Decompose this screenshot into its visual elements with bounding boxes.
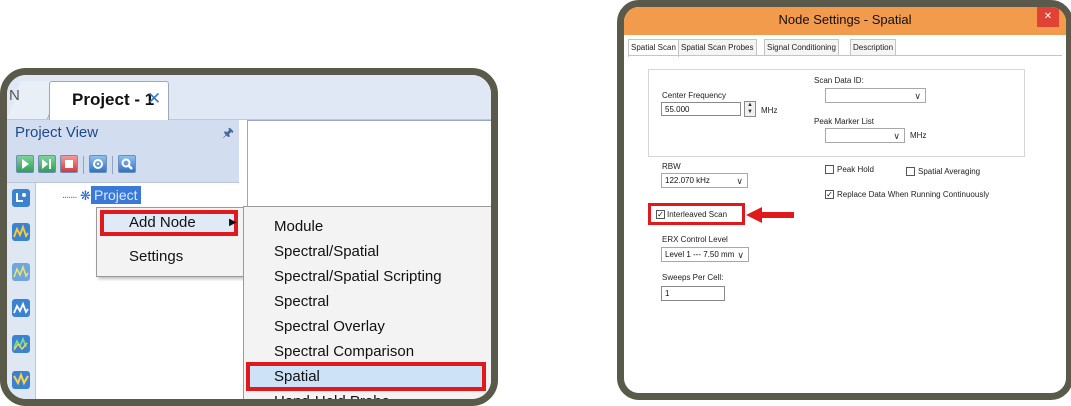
gear-icon[interactable] [89, 155, 107, 173]
center-frequency-stepper[interactable]: ▲ ▼ [744, 101, 756, 117]
tab-divider [628, 55, 1062, 56]
erx-control-level-select[interactable]: Level 1 --- 7.50 mm ∨ [661, 247, 749, 262]
menu-item-settings-label: Settings [129, 248, 184, 265]
interleaved-scan-label: Interleaved Scan [667, 210, 728, 219]
center-frequency-label: Center Frequency [662, 91, 727, 100]
rbw-label: RBW [662, 162, 681, 171]
module-icon[interactable] [12, 189, 30, 207]
close-icon[interactable]: ✕ [147, 89, 161, 109]
peak-marker-unit: MHz [910, 131, 927, 140]
menu-item-settings[interactable]: Settings [97, 242, 243, 272]
context-menu: Add Node ▶ Settings [96, 207, 244, 277]
submenu-item-label: Spectral Comparison [274, 343, 415, 360]
submenu-item-spectral-comparison[interactable]: Spectral Comparison [244, 339, 491, 365]
toolbar-separator [112, 156, 113, 174]
project-view-title: Project View [15, 124, 99, 141]
submenu-item-spectral-overlay[interactable]: Spectral Overlay [244, 314, 491, 340]
node-type-sidebar [7, 183, 36, 399]
dialog-title: Node Settings - Spatial [778, 12, 912, 27]
project-node-icon: ❋ [80, 188, 91, 203]
peak-marker-list-label: Peak Marker List [814, 117, 875, 126]
replace-data-label: Replace Data When Running Continuously [837, 190, 990, 199]
run-continuous-icon[interactable] [38, 155, 56, 173]
center-frequency-unit: MHz [761, 106, 778, 115]
chevron-down-icon: ∨ [893, 131, 900, 141]
toolbar-separator [83, 156, 84, 174]
spectral-icon[interactable] [12, 299, 30, 317]
chevron-down-icon: ∨ [737, 250, 744, 260]
interleaved-scan-checkbox[interactable]: ✓ [656, 210, 665, 219]
project-view-header: Project View 🖈 [7, 120, 239, 146]
submenu-item-label: Spectral/Spatial [274, 243, 380, 260]
peak-hold-label: Peak Hold [837, 165, 874, 174]
erx-control-level-value: Level 1 --- 7.50 mm [665, 250, 735, 259]
chevron-down-icon: ∨ [736, 176, 743, 186]
submenu-item-label: Spatial [274, 368, 320, 385]
pin-icon[interactable]: 🖈 [222, 124, 234, 146]
tab-signal-conditioning[interactable]: Signal Conditioning [764, 39, 839, 56]
submenu-item-label: Spectral Overlay [274, 318, 385, 335]
wrench-icon[interactable] [118, 155, 136, 173]
run-icon[interactable] [16, 155, 34, 173]
tab-spatial-scan-probes[interactable]: Spatial Scan Probes [678, 39, 757, 56]
sweeps-per-cell-label: Sweeps Per Cell: [662, 273, 724, 282]
tab-previous-label: N [9, 87, 20, 104]
sweeps-per-cell-input[interactable]: 1 [661, 286, 725, 301]
submenu-item-label: Hand-Held Probe [274, 393, 390, 406]
spectral-spatial-icon[interactable] [12, 223, 30, 241]
submenu-arrow-icon: ▶ [229, 217, 237, 228]
tab-project-1-label: Project - 1 [72, 90, 155, 109]
peak-hold-checkbox[interactable] [825, 165, 834, 174]
close-icon[interactable]: ✕ [1037, 7, 1059, 27]
spatial-averaging-checkbox[interactable] [906, 167, 915, 176]
menu-item-add-node-label: Add Node [129, 214, 196, 231]
project-window-screenshot: N Project - 1 ✕ Project View 🖈 ....... ❋… [0, 68, 498, 406]
node-settings-screenshot: Node Settings - Spatial ✕ Spatial Scan S… [617, 0, 1071, 400]
tab-project-1[interactable]: Project - 1 ✕ [49, 81, 169, 120]
document-tab-strip: N Project - 1 ✕ [7, 75, 491, 120]
submenu-item-module[interactable]: Module [244, 214, 491, 240]
spectral-overlay-icon[interactable] [12, 335, 30, 353]
stop-icon[interactable] [60, 155, 78, 173]
submenu-item-spatial[interactable]: Spatial [244, 364, 491, 390]
replace-data-checkbox[interactable]: ✓ [825, 190, 834, 199]
tab-description[interactable]: Description [850, 39, 897, 56]
center-frequency-input[interactable]: 55.000 [661, 102, 741, 116]
add-node-submenu: Module Spectral/Spatial Spectral/Spatial… [243, 206, 491, 406]
tree-item-project[interactable]: Project [91, 186, 141, 204]
project-view-toolbar [7, 146, 239, 183]
spectral-scripting-icon[interactable] [12, 263, 30, 281]
erx-control-level-label: ERX Control Level [662, 235, 728, 244]
submenu-item-hand-held-probe[interactable]: Hand-Held Probe [244, 389, 491, 406]
rbw-select[interactable]: 122.070 kHz ∨ [661, 173, 748, 188]
submenu-item-spectral-spatial[interactable]: Spectral/Spatial [244, 239, 491, 265]
submenu-item-spectral-spatial-scripting[interactable]: Spectral/Spatial Scripting [244, 264, 491, 290]
chevron-down-icon: ∨ [914, 91, 921, 101]
dialog-title-bar: Node Settings - Spatial ✕ [624, 7, 1066, 35]
menu-item-add-node[interactable]: Add Node ▶ [97, 208, 243, 238]
submenu-item-spectral[interactable]: Spectral [244, 289, 491, 315]
peak-marker-list-select[interactable]: ∨ [825, 128, 905, 143]
scan-data-id-select[interactable]: ∨ [825, 88, 926, 103]
submenu-item-label: Spectral [274, 293, 330, 310]
scan-data-id-label: Scan Data ID: [814, 76, 864, 85]
rbw-value: 122.070 kHz [665, 176, 710, 185]
tree-connector: ....... [62, 189, 77, 201]
submenu-item-label: Module [274, 218, 324, 235]
spatial-averaging-label: Spatial Averaging [918, 167, 981, 176]
red-arrow-icon [746, 207, 794, 223]
submenu-item-label: Spectral/Spatial Scripting [274, 268, 442, 285]
spectral-comparison-icon[interactable] [12, 371, 30, 389]
